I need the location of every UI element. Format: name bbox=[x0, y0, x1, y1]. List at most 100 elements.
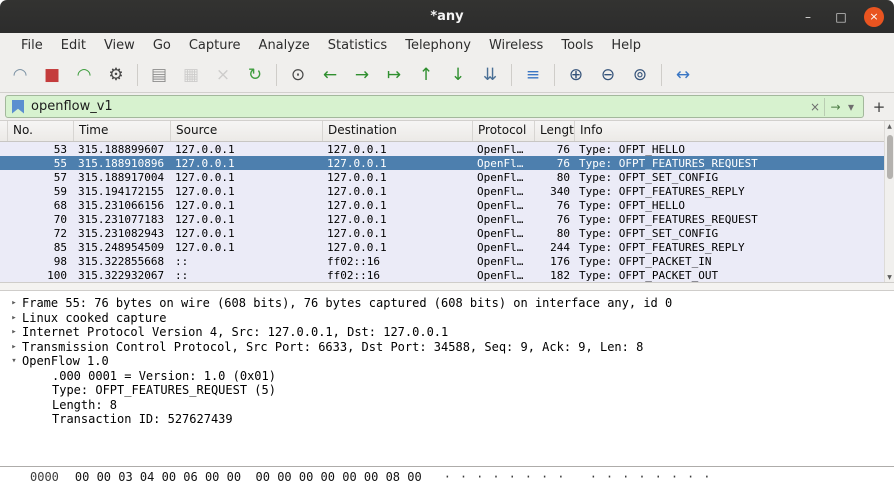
toolbar-separator bbox=[661, 63, 662, 86]
filter-apply-icon[interactable]: → bbox=[824, 97, 842, 116]
reload-file-icon[interactable]: ↻ bbox=[240, 61, 270, 89]
filter-bookmark-icon[interactable] bbox=[12, 99, 24, 114]
go-back-icon[interactable]: ← bbox=[315, 61, 345, 89]
detail-line[interactable]: Type: OFPT_FEATURES_REQUEST (5) bbox=[0, 383, 894, 398]
start-capture-icon[interactable]: ◠ bbox=[5, 61, 35, 89]
detail-text: Transmission Control Protocol, Src Port:… bbox=[22, 339, 644, 354]
detail-line[interactable]: ▸ Linux cooked capture bbox=[0, 311, 894, 326]
cell-time: 315.248954509 bbox=[78, 240, 165, 254]
cell-len: 76 bbox=[556, 212, 570, 226]
menu-file[interactable]: File bbox=[12, 35, 52, 56]
zoom-reset-icon[interactable]: ⊚ bbox=[625, 61, 655, 89]
menu-edit[interactable]: Edit bbox=[52, 35, 95, 56]
packet-row-68[interactable]: 68 315.231066156 127.0.0.1 127.0.0.1 OpenFl…… bbox=[0, 198, 894, 212]
column-header-src[interactable]: Source bbox=[171, 121, 323, 141]
cell-info: Type: OFPT_PACKET_OUT bbox=[579, 268, 719, 282]
cell-no: 98 bbox=[53, 254, 67, 268]
scroll-up-icon[interactable]: ▲ bbox=[885, 121, 894, 131]
packet-list-scrollbar[interactable]: ▲ ▼ bbox=[884, 121, 894, 282]
packet-row-72[interactable]: 72 315.231082943 127.0.0.1 127.0.0.1 OpenFl…… bbox=[0, 226, 894, 240]
menu-telephony[interactable]: Telephony bbox=[396, 35, 480, 56]
column-header-len[interactable]: Length bbox=[535, 121, 575, 141]
cell-src: :: bbox=[175, 254, 189, 268]
column-header-dst[interactable]: Destination bbox=[323, 121, 473, 141]
minimize-button[interactable]: – bbox=[798, 7, 818, 27]
packet-list: No.TimeSourceDestinationProtocolLengthIn… bbox=[0, 121, 894, 282]
menu-wireless[interactable]: Wireless bbox=[480, 35, 552, 56]
detail-line[interactable]: ▸ Internet Protocol Version 4, Src: 127.0… bbox=[0, 325, 894, 340]
stop-capture-icon[interactable]: ■ bbox=[37, 61, 67, 89]
packet-row-59[interactable]: 59 315.194172155 127.0.0.1 127.0.0.1 OpenFl…… bbox=[0, 184, 894, 198]
menu-capture[interactable]: Capture bbox=[180, 35, 250, 56]
detail-text: Length: 8 bbox=[52, 397, 118, 412]
column-header-no[interactable]: No. bbox=[8, 121, 74, 141]
detail-line[interactable]: ▸ Transmission Control Protocol, Src Port… bbox=[0, 340, 894, 355]
cell-no: 55 bbox=[53, 156, 67, 170]
filter-clear-icon[interactable]: × bbox=[806, 98, 824, 116]
detail-text: Transaction ID: 527627439 bbox=[52, 412, 233, 427]
menu-view[interactable]: View bbox=[95, 35, 144, 56]
expand-icon[interactable]: ▸ bbox=[6, 342, 22, 352]
go-to-packet-icon[interactable]: ↦ bbox=[379, 61, 409, 89]
capture-options-icon[interactable]: ⚙ bbox=[101, 61, 131, 89]
restart-capture-icon[interactable]: ◠ bbox=[69, 61, 99, 89]
detail-line[interactable]: ▸ Frame 55: 76 bytes on wire (608 bits), … bbox=[0, 296, 894, 311]
detail-line[interactable]: Transaction ID: 527627439 bbox=[0, 412, 894, 427]
cell-dst: 127.0.0.1 bbox=[327, 198, 387, 212]
menu-analyze[interactable]: Analyze bbox=[250, 35, 319, 56]
cell-no: 72 bbox=[53, 226, 67, 240]
cell-src: 127.0.0.1 bbox=[175, 212, 235, 226]
menu-statistics[interactable]: Statistics bbox=[319, 35, 396, 56]
menu-help[interactable]: Help bbox=[602, 35, 650, 56]
pane-splitter[interactable] bbox=[0, 282, 894, 291]
expand-icon[interactable]: ▸ bbox=[6, 298, 22, 308]
collapse-icon[interactable]: ▾ bbox=[6, 356, 22, 366]
cell-info: Type: OFPT_SET_CONFIG bbox=[579, 170, 719, 184]
colorize-icon[interactable]: ≡ bbox=[518, 61, 548, 89]
filter-dropdown-icon[interactable]: ▾ bbox=[842, 98, 860, 116]
maximize-button[interactable]: □ bbox=[831, 7, 851, 27]
toolbar-separator bbox=[511, 63, 512, 86]
expand-icon[interactable]: ▸ bbox=[6, 327, 22, 337]
menu-go[interactable]: Go bbox=[144, 35, 180, 56]
packet-row-85[interactable]: 85 315.248954509 127.0.0.1 127.0.0.1 OpenFl…… bbox=[0, 240, 894, 254]
cell-time: 315.188910896 bbox=[78, 156, 165, 170]
go-last-icon[interactable]: ↓ bbox=[443, 61, 473, 89]
packet-row-98[interactable]: 98 315.322855668:: ff02::16 OpenFl… 176 Type:… bbox=[0, 254, 894, 268]
go-first-icon[interactable]: ↑ bbox=[411, 61, 441, 89]
packet-row-57[interactable]: 57 315.188917004 127.0.0.1 127.0.0.1 OpenFl…… bbox=[0, 170, 894, 184]
resize-columns-icon[interactable]: ↔ bbox=[668, 61, 698, 89]
auto-scroll-icon[interactable]: ⇊ bbox=[475, 61, 505, 89]
display-filter-field[interactable]: openflow_v1 × → ▾ bbox=[5, 95, 864, 118]
zoom-out-icon[interactable]: ⊖ bbox=[593, 61, 623, 89]
detail-line[interactable]: Length: 8 bbox=[0, 398, 894, 413]
save-file-icon[interactable]: ▦ bbox=[176, 61, 206, 89]
packet-row-70[interactable]: 70 315.231077183 127.0.0.1 127.0.0.1 OpenFl…… bbox=[0, 212, 894, 226]
cell-time: 315.322855668 bbox=[78, 254, 165, 268]
packet-row-53[interactable]: 53 315.188899607 127.0.0.1 127.0.0.1 OpenFl…… bbox=[0, 142, 894, 156]
titlebar[interactable]: *any – □ × bbox=[0, 0, 894, 33]
cell-dst: ff02::16 bbox=[327, 268, 380, 282]
scroll-down-icon[interactable]: ▼ bbox=[885, 272, 894, 282]
packet-row-55[interactable]: 55 315.188910896 127.0.0.1 127.0.0.1 OpenFl…… bbox=[0, 156, 894, 170]
close-button[interactable]: × bbox=[864, 6, 884, 27]
display-filter-input[interactable]: openflow_v1 bbox=[24, 99, 806, 114]
cell-len: 244 bbox=[550, 240, 570, 254]
column-header-time[interactable]: Time bbox=[74, 121, 171, 141]
filter-add-button[interactable]: + bbox=[869, 96, 889, 118]
detail-line[interactable]: .000 0001 = Version: 1.0 (0x01) bbox=[0, 369, 894, 384]
scrollbar-thumb[interactable] bbox=[886, 135, 893, 179]
detail-line[interactable]: ▾ OpenFlow 1.0 bbox=[0, 354, 894, 369]
find-packet-icon[interactable]: ⊙ bbox=[283, 61, 313, 89]
close-file-icon[interactable]: × bbox=[208, 61, 238, 89]
open-file-icon[interactable]: ▤ bbox=[144, 61, 174, 89]
packet-row-100[interactable]: 100 315.322932067:: ff02::16 OpenFl… 182 Type… bbox=[0, 268, 894, 282]
zoom-in-icon[interactable]: ⊕ bbox=[561, 61, 591, 89]
menu-tools[interactable]: Tools bbox=[552, 35, 602, 56]
expand-icon[interactable]: ▸ bbox=[6, 313, 22, 323]
column-header-info[interactable]: Info bbox=[575, 121, 894, 141]
go-forward-icon[interactable]: → bbox=[347, 61, 377, 89]
hex-dump-pane[interactable]: 0000 00 00 03 04 00 06 00 00 00 00 00 00… bbox=[0, 466, 894, 486]
column-header-proto[interactable]: Protocol bbox=[473, 121, 535, 141]
cell-no: 70 bbox=[53, 212, 67, 226]
